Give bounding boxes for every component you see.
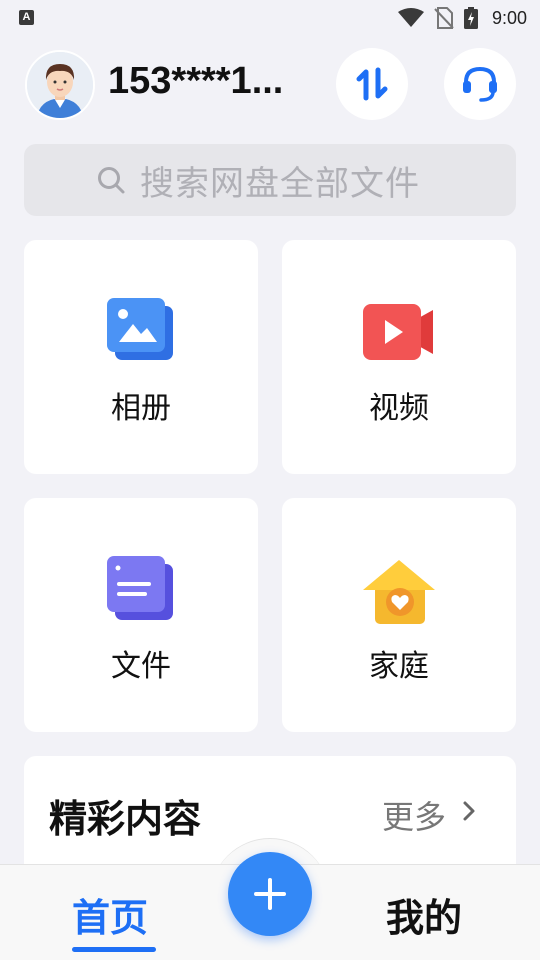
file-icon [107,556,173,620]
avatar-icon [27,52,93,118]
status-bar: A 9:00 [0,0,540,36]
featured-title: 精彩内容 [49,797,202,841]
nav-active-indicator [72,947,156,952]
no-sim-icon [434,7,454,33]
customer-service-button[interactable] [444,48,516,120]
search-icon [98,167,125,194]
notification-icon: A [19,10,34,25]
category-video-card[interactable]: 视频 [282,240,516,474]
headset-icon [463,66,497,102]
transfer-arrows-icon [356,67,388,101]
username[interactable]: 153****1... [108,60,283,103]
chevron-right-icon[interactable] [462,800,476,822]
home-heart-icon [363,560,435,624]
album-icon [107,298,173,360]
status-time: 9:00 [491,8,527,28]
transfer-button[interactable] [336,48,408,120]
category-label: 家庭 [369,649,429,684]
wifi-icon [398,8,424,32]
category-album-card[interactable]: 相册 [24,240,258,474]
category-file-card[interactable]: 文件 [24,498,258,732]
nav-tab-home[interactable]: 首页 [72,887,148,942]
plus-icon [254,878,286,910]
search-bar[interactable]: 搜索网盘全部文件 [24,144,516,216]
featured-more-link[interactable]: 更多 [382,792,446,838]
nav-tab-mine[interactable]: 我的 [386,887,462,942]
category-label: 文件 [111,649,171,684]
video-icon [363,304,433,360]
search-placeholder: 搜索网盘全部文件 [140,163,420,204]
add-button[interactable] [228,852,312,936]
category-family-card[interactable]: 家庭 [282,498,516,732]
battery-charging-icon [464,7,478,33]
category-label: 视频 [369,391,429,426]
category-label: 相册 [111,391,171,426]
avatar[interactable] [25,50,95,120]
